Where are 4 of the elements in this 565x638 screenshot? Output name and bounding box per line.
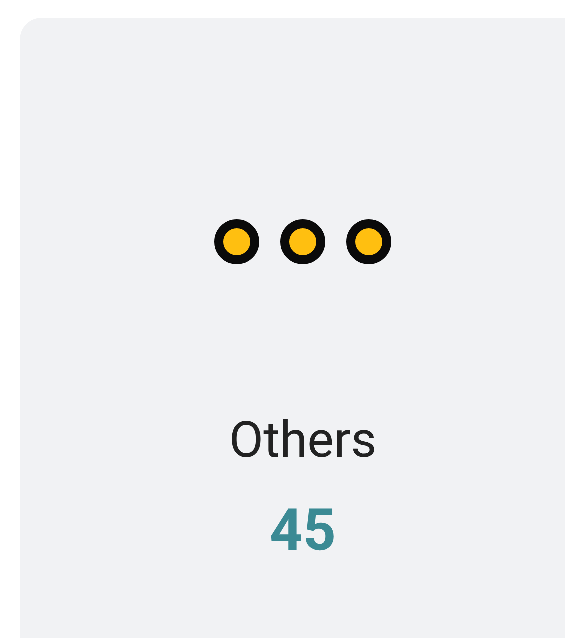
category-card[interactable]: Others 45 — [20, 18, 565, 638]
category-count: 45 — [270, 499, 336, 563]
dots-icon — [214, 219, 392, 265]
category-label: Others — [229, 411, 377, 471]
